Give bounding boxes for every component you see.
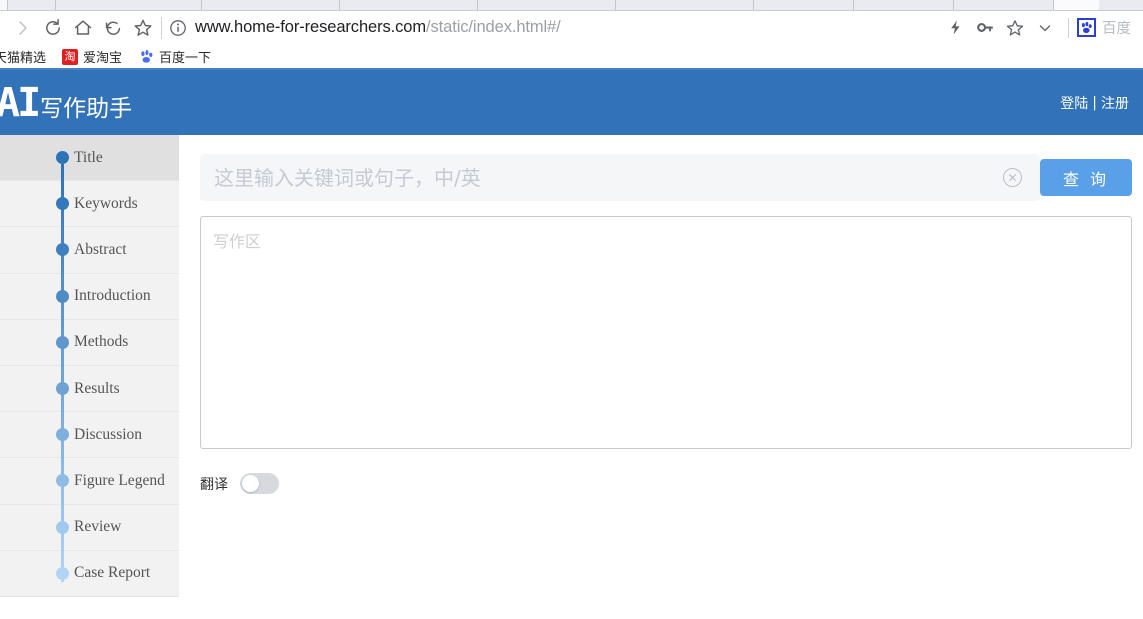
translate-label: 翻译 [200,476,228,493]
main-content: ✕ 查 询 翻译 [179,135,1143,619]
extension-divider [1068,17,1069,38]
timeline-dot [56,566,69,580]
sidebar-item-label: Discussion [74,425,143,443]
logo-ai-text: AI [0,79,41,126]
chevron-down-icon[interactable] [1030,13,1060,43]
tab-stub[interactable] [754,0,854,10]
tab-stub[interactable] [340,0,478,10]
search-button[interactable]: 查 询 [1040,159,1132,196]
sidebar-item-label: Figure Legend [74,471,165,489]
browser-toolbar: www.home-for-researchers.com/static/inde… [0,11,1143,45]
tab-stub[interactable] [616,0,754,10]
sidebar-item-label: Methods [74,333,129,351]
bookmark-label: 天猫精选 [0,51,47,66]
auth-links: 登陆 | 注册 [1060,93,1129,113]
sidebar-item-label: Results [74,379,120,397]
auth-separator: | [1092,94,1097,111]
timeline-dot [56,474,69,488]
logo-subtitle: 写作助手 [40,95,133,122]
tab-stub[interactable] [478,0,616,10]
search-box[interactable]: ✕ [200,154,1040,201]
site-info-icon[interactable] [169,19,187,37]
translate-row: 翻译 [200,473,1132,494]
baidu-extension-label: 百度 [1102,21,1131,37]
sidebar-item-discussion[interactable]: Discussion [0,412,179,459]
sidebar-item-label: Case Report [74,564,151,582]
timeline-dot [56,197,69,211]
lightning-icon[interactable] [940,13,970,43]
sidebar-item-keywords[interactable]: Keywords [0,181,179,228]
login-link[interactable]: 登陆 [1060,93,1088,113]
address-bar[interactable]: www.home-for-researchers.com/static/inde… [169,14,940,42]
translate-toggle[interactable] [240,473,279,494]
tab-stub[interactable] [56,0,202,10]
timeline-dot [56,243,69,257]
omnibox-divider [161,16,162,39]
sidebar-item-label: Introduction [74,287,151,305]
star-icon[interactable] [1000,13,1030,43]
tab-stub[interactable] [8,0,56,10]
search-row: ✕ 查 询 [200,154,1132,201]
bookmark-baidu[interactable]: 百度一下 [138,47,211,66]
sidebar-item-label: Review [74,518,122,536]
timeline-dot [56,520,69,534]
timeline-dot [56,151,69,165]
tab-stub[interactable] [854,0,954,10]
url-text: www.home-for-researchers.com/static/inde… [195,18,561,37]
bookmarks-bar: 天猫精选 淘 爱淘宝 百度一下 [0,45,1143,70]
timeline-dot [56,335,69,349]
tab-stub[interactable] [954,0,1054,10]
timeline-dot [56,382,69,396]
sidebar-item-methods[interactable]: Methods [0,320,179,366]
sidebar-nav: Title Keywords Abstract Introduction Met… [0,135,179,597]
reload-icon[interactable] [38,13,68,43]
writing-area-textarea[interactable] [200,216,1132,449]
key-icon[interactable] [970,13,1000,43]
paw-icon[interactable] [1077,18,1096,37]
sidebar-item-figure-legend[interactable]: Figure Legend [0,458,179,505]
sidebar-item-introduction[interactable]: Introduction [0,274,179,320]
app-logo[interactable]: AI 写作助手 [0,83,132,123]
sidebar-item-label: Keywords [74,194,138,212]
sidebar-item-label: Abstract [74,240,127,258]
browser-chrome: www.home-for-researchers.com/static/inde… [0,0,1143,70]
forward-icon[interactable] [8,13,38,43]
toggle-knob [242,475,259,492]
bookmark-label: 百度一下 [159,51,212,66]
url-path: /static/index.html#/ [426,18,561,36]
timeline-dot [56,428,69,442]
clear-circle-icon[interactable]: ✕ [1003,168,1022,187]
register-link[interactable]: 注册 [1101,93,1129,113]
sidebar-item-results[interactable]: Results [0,366,179,413]
sidebar-item-label: Title [74,148,103,166]
search-input[interactable] [214,155,1003,200]
back-arrow-icon[interactable] [98,13,128,43]
sidebar-item-abstract[interactable]: Abstract [0,227,179,274]
tab-stub[interactable] [0,0,8,10]
toolbar-right-actions: 百度 [940,13,1135,43]
bookmark-star-icon[interactable] [128,13,158,43]
paw-icon [138,49,154,65]
baidu-extension[interactable]: 百度 [1077,17,1131,38]
sidebar-item-review[interactable]: Review [0,505,179,551]
home-icon[interactable] [68,13,98,43]
tab-stub[interactable] [202,0,340,10]
app-body: Title Keywords Abstract Introduction Met… [0,135,1143,619]
taobao-icon: 淘 [62,48,79,65]
sidebar-item-case-report[interactable]: Case Report [0,551,179,597]
bookmark-tmall[interactable]: 天猫精选 [0,47,46,66]
bookmark-aitaobao[interactable]: 淘 爱淘宝 [62,47,122,66]
app-header: AI 写作助手 登陆 | 注册 [0,70,1143,135]
sidebar-item-title[interactable]: Title [0,135,179,182]
bookmark-label: 爱淘宝 [83,51,123,66]
tab-strip-empty [1054,0,1099,10]
browser-tab-strip[interactable] [0,0,1143,11]
timeline-dot [56,289,69,303]
url-domain: www.home-for-researchers.com [195,18,427,36]
timeline-connector [61,164,64,582]
